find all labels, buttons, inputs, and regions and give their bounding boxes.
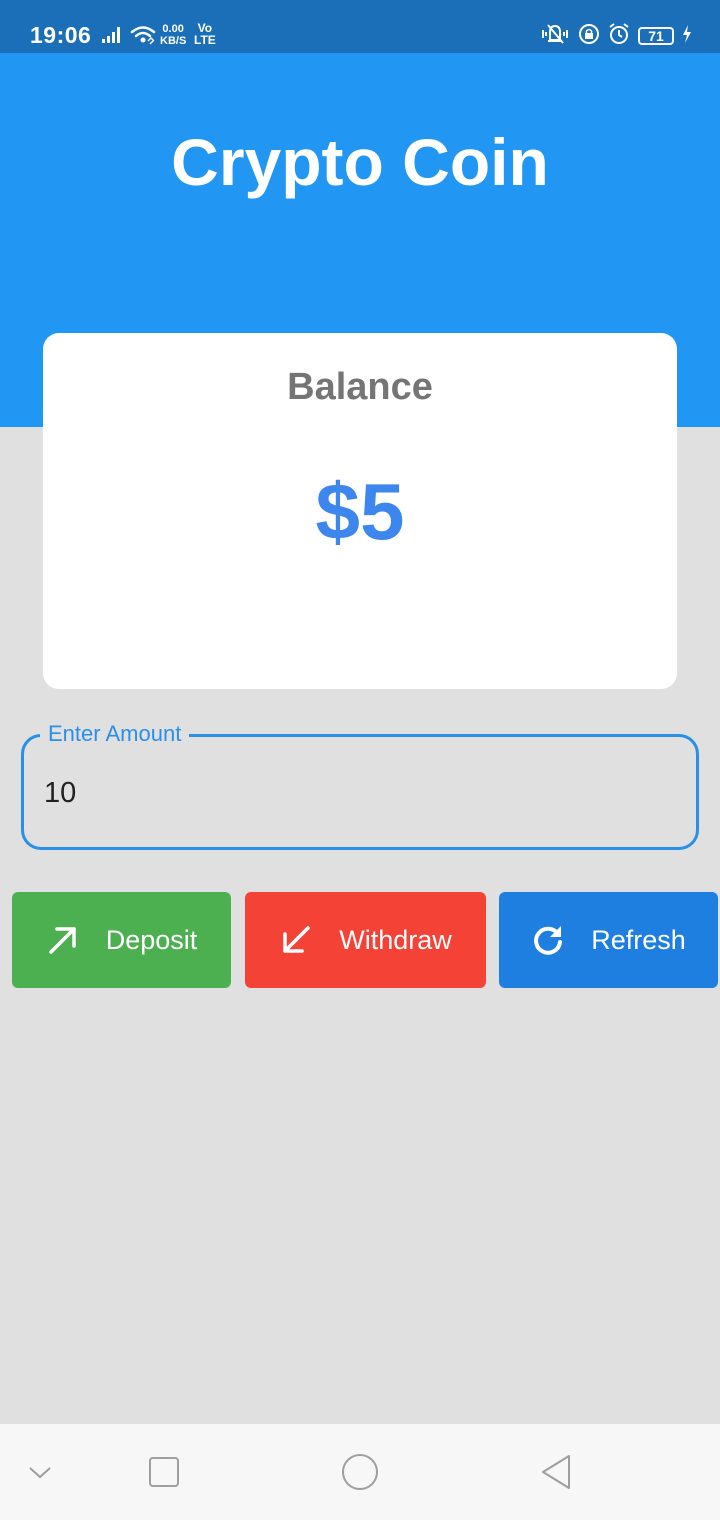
refresh-icon xyxy=(531,923,565,957)
status-time: 19:06 xyxy=(30,22,92,48)
volte-indicator: Vo LTE xyxy=(194,22,216,46)
wifi-icon xyxy=(130,24,156,51)
back-icon[interactable] xyxy=(534,1450,578,1494)
battery-icon: 71 xyxy=(638,27,674,45)
balance-card: Balance $5 xyxy=(43,333,677,689)
status-right-group: 71 xyxy=(540,22,692,50)
refresh-button[interactable]: Refresh xyxy=(499,892,718,988)
withdraw-button[interactable]: Withdraw xyxy=(245,892,486,988)
refresh-button-label: Refresh xyxy=(591,924,686,955)
balance-value: $5 xyxy=(315,467,405,556)
amount-input[interactable] xyxy=(44,771,644,815)
balance-label: Balance xyxy=(287,366,433,408)
charging-icon xyxy=(682,24,692,48)
network-speed-unit: KB/S xyxy=(160,35,187,47)
deposit-button-label: Deposit xyxy=(105,924,198,955)
network-speed: 0.00 KB/S xyxy=(160,23,186,47)
navigation-bar xyxy=(0,1424,720,1520)
volte-bottom: LTE xyxy=(194,33,216,47)
chevron-down-icon[interactable] xyxy=(18,1450,62,1494)
page-title: Crypto Coin xyxy=(171,125,549,199)
recents-icon[interactable] xyxy=(142,1450,186,1494)
withdraw-button-label: Withdraw xyxy=(339,924,452,955)
amount-field-label: Enter Amount xyxy=(40,720,190,748)
vibrate-icon xyxy=(540,23,570,50)
deposit-button[interactable]: Deposit xyxy=(12,892,231,988)
network-speed-value: 0.00 xyxy=(162,23,184,35)
alarm-icon xyxy=(608,22,630,50)
signal-icon xyxy=(102,27,122,48)
home-icon[interactable] xyxy=(338,1450,382,1494)
arrow-down-left-icon xyxy=(279,923,313,957)
amount-field[interactable]: Enter Amount xyxy=(21,720,699,850)
arrow-up-right-icon xyxy=(46,923,80,957)
status-bar: 19:06 0.00 KB/S Vo LTE 71 xyxy=(0,0,720,53)
lock-rotation-icon xyxy=(578,23,600,50)
